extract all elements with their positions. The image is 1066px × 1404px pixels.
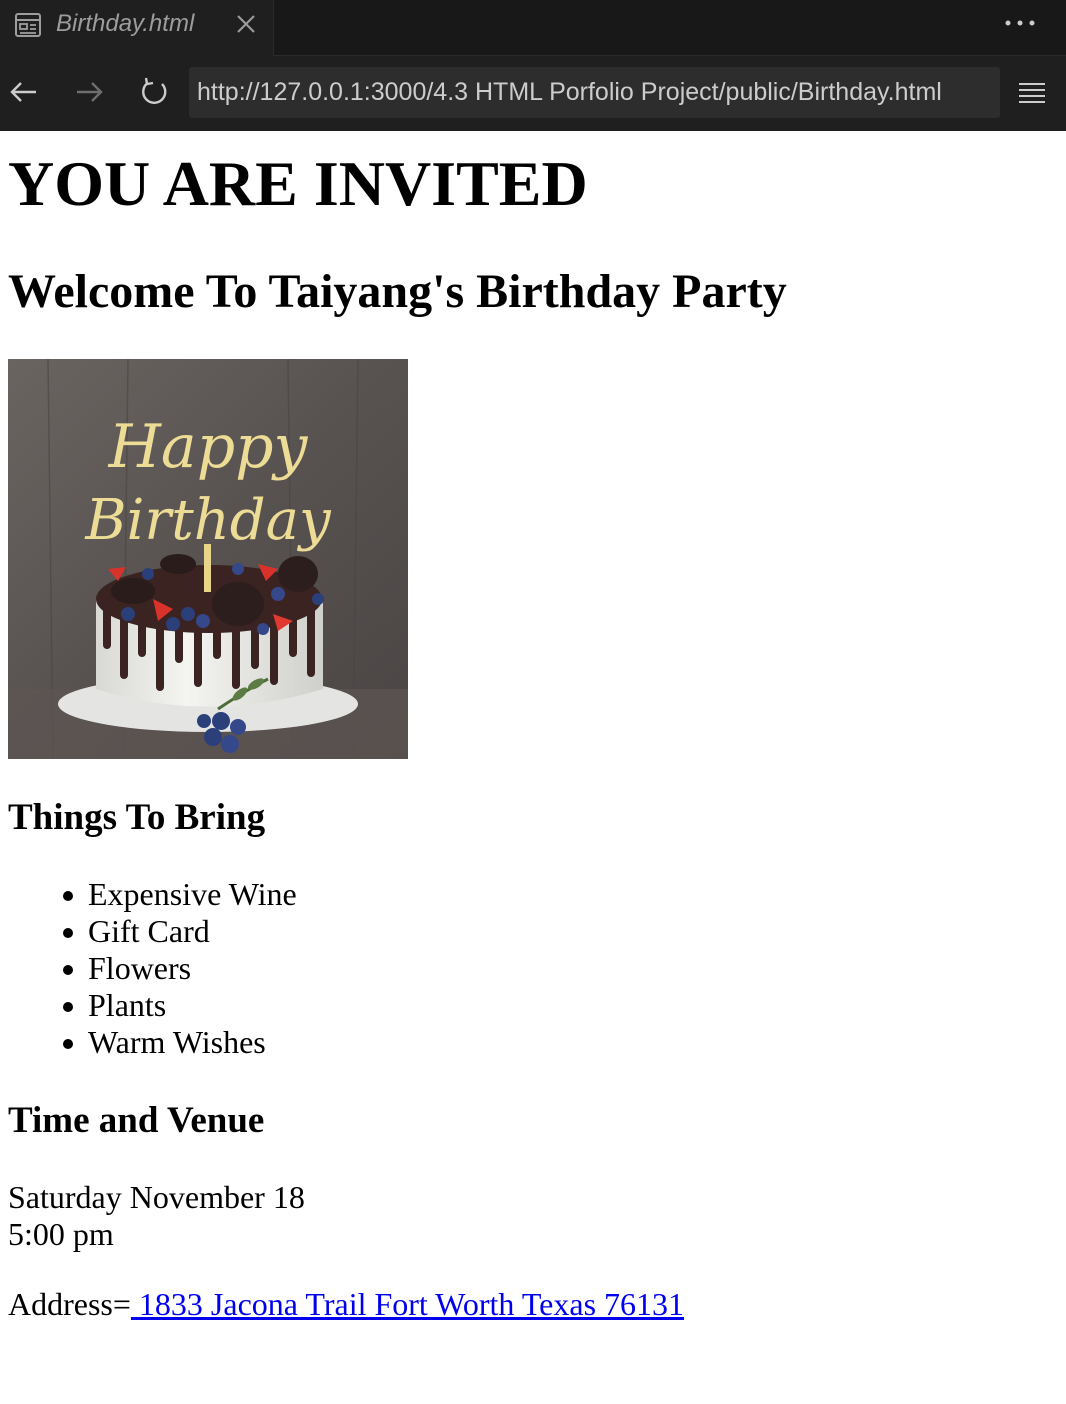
close-icon[interactable]: [234, 12, 258, 36]
birthday-cake-image: Happy Birthday: [8, 359, 408, 759]
browser-toolbar: http://127.0.0.1:3000/4.3 HTML Porfolio …: [0, 56, 1066, 131]
address-line: Address= 1833 Jacona Trail Fort Worth Te…: [8, 1286, 684, 1323]
list-item: Flowers: [8, 950, 297, 987]
arrow-right-icon[interactable]: [72, 75, 106, 109]
event-date: Saturday November 18: [8, 1179, 305, 1215]
list-item: Gift Card: [8, 913, 297, 950]
address-link[interactable]: 1833 Jacona Trail Fort Worth Texas 76131: [131, 1286, 684, 1322]
refresh-icon[interactable]: [137, 75, 171, 109]
svg-text:Birthday: Birthday: [84, 488, 332, 553]
venue-heading: Time and Venue: [8, 1100, 265, 1141]
page-subtitle: Welcome To Taiyang's Birthday Party: [8, 265, 787, 318]
more-horizontal-icon[interactable]: [1000, 8, 1040, 38]
editor-tab-bar: Birthday.html: [0, 0, 1066, 56]
preview-icon: [15, 13, 41, 37]
list-item: Expensive Wine: [8, 876, 297, 913]
hamburger-menu-icon[interactable]: [1016, 78, 1048, 110]
list-item: Warm Wishes: [8, 1024, 297, 1061]
tab-birthday-html[interactable]: Birthday.html: [0, 0, 274, 56]
things-heading: Things To Bring: [8, 797, 266, 838]
arrow-left-icon[interactable]: [7, 75, 41, 109]
list-item: Plants: [8, 987, 297, 1024]
tab-title: Birthday.html: [56, 10, 195, 37]
things-list: Expensive Wine Gift Card Flowers Plants …: [8, 876, 297, 1061]
event-time: 5:00 pm: [8, 1216, 114, 1252]
svg-text:Happy: Happy: [108, 412, 309, 482]
page-title: YOU ARE INVITED: [8, 148, 588, 219]
address-label: Address=: [8, 1286, 131, 1322]
url-bar[interactable]: http://127.0.0.1:3000/4.3 HTML Porfolio …: [189, 67, 1000, 118]
